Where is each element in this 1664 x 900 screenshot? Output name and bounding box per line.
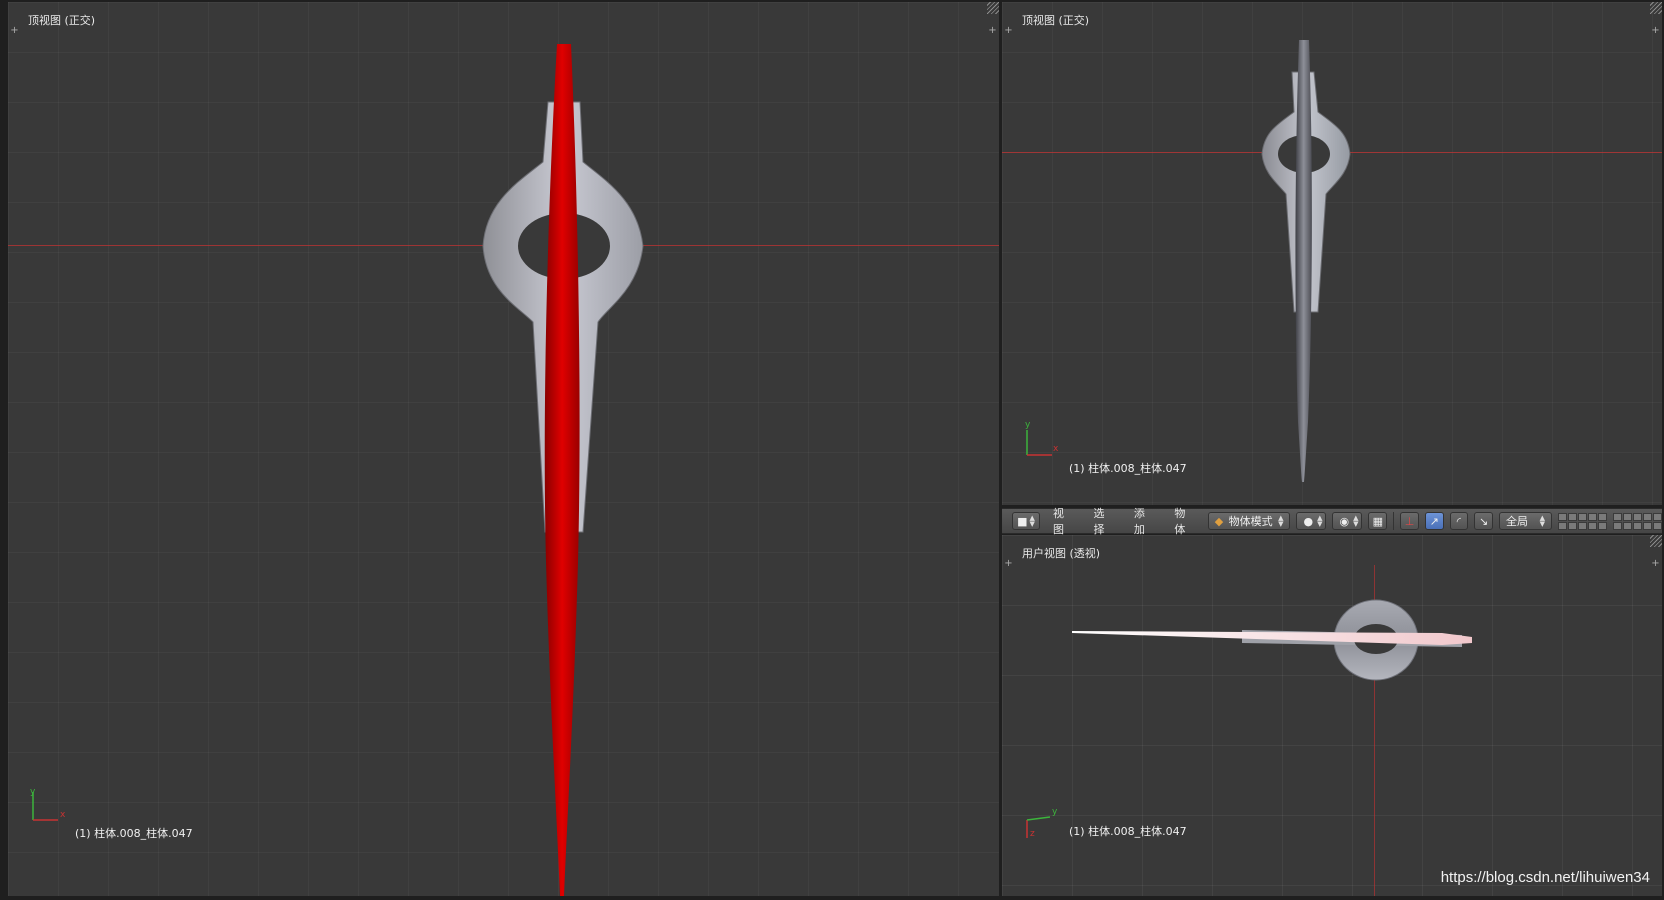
scale-icon: ↘ <box>1479 514 1489 528</box>
dropdown-arrows-icon: ▲ ▼ <box>1029 514 1035 528</box>
dropdown-arrows-icon: ▲ ▼ <box>1317 514 1323 528</box>
axis-z-label: z <box>1030 829 1035 839</box>
pivot-icon: ◉ <box>1339 514 1350 528</box>
grid-icon: ▦ <box>1372 514 1384 528</box>
scale-manipulator-button[interactable]: ↘ <box>1474 512 1493 530</box>
axis-gizmo <box>1026 816 1051 838</box>
menu-view[interactable]: 视图 <box>1046 505 1080 537</box>
orientation-select-value: 全局 <box>1506 515 1528 528</box>
axis-y-label: y <box>30 787 36 797</box>
object-mode-icon: ◆ <box>1214 514 1224 528</box>
axis-gizmo <box>1026 430 1052 456</box>
top-right-viewport[interactable]: 顶视图 (正交) + + y x (1) 柱体.008_柱体.047 <box>1002 2 1662 505</box>
toolbar-separator <box>1393 512 1395 530</box>
watermark-text: https://blog.csdn.net/lihuiwen34 <box>1440 869 1650 886</box>
object-label: (1) 柱体.008_柱体.047 <box>75 827 193 840</box>
axis-x-label: x <box>1053 444 1059 454</box>
menu-object[interactable]: 物体 <box>1167 505 1201 537</box>
viewport-header-toolbar: ■ ▲ ▼ 视图 选择 添加 物体 ◆ 物体模式 ▲ ▼ ● ▲ ▼ ◉ ▲ ▼ ▦ ⊥… <box>1002 505 1663 537</box>
main-viewport[interactable]: 顶视图 (正交) + + y x (1) 柱体.008_柱体.047 <box>8 2 999 896</box>
dropdown-arrows-icon: ▲ ▼ <box>1278 514 1284 528</box>
arrow-icon: ↗ <box>1429 514 1439 528</box>
translate-manipulator-button[interactable]: ↗ <box>1424 512 1444 530</box>
pivot-select[interactable]: ◉ ▲ ▼ <box>1332 512 1363 530</box>
shading-select[interactable]: ● ▲ ▼ <box>1296 512 1327 530</box>
editor-type-button[interactable]: ■ ▲ ▼ <box>1012 512 1040 530</box>
orientation-select[interactable]: 全局 ▲ ▼ <box>1499 512 1553 530</box>
dropdown-arrows-icon: ▲ ▼ <box>1539 514 1546 528</box>
rotate-manipulator-button[interactable]: ◜ <box>1449 512 1469 530</box>
axis-y-label: y <box>1052 807 1058 817</box>
manipulator-toggle-button[interactable]: ▦ <box>1368 512 1388 530</box>
layer-buttons-left[interactable] <box>1558 512 1608 530</box>
dropdown-arrows-icon: ▲ ▼ <box>1353 514 1359 528</box>
axis-icon: ⊥ <box>1404 514 1415 528</box>
object-label: (1) 柱体.008_柱体.047 <box>1069 462 1187 475</box>
axis-y-label: y <box>1025 420 1031 430</box>
axis-gizmo <box>32 792 58 821</box>
menu-add[interactable]: 添加 <box>1127 505 1161 537</box>
bottom-right-viewport[interactable]: 用户视图 (透视) + + y z (1) 柱体.008_柱体.047 <box>1002 535 1662 896</box>
mode-select[interactable]: ◆ 物体模式 ▲ ▼ <box>1207 512 1291 530</box>
axis-x-label: x <box>60 810 66 820</box>
rotate-icon: ◜ <box>1456 514 1462 528</box>
solid-sphere-icon: ● <box>1303 514 1314 528</box>
object-label: (1) 柱体.008_柱体.047 <box>1069 825 1187 838</box>
layer-buttons-right[interactable] <box>1613 512 1663 530</box>
mode-select-value: 物体模式 <box>1228 515 1273 528</box>
menu-select[interactable]: 选择 <box>1086 505 1120 537</box>
axis-widget-button[interactable]: ⊥ <box>1400 512 1419 530</box>
cube-icon: ■ <box>1017 514 1028 528</box>
